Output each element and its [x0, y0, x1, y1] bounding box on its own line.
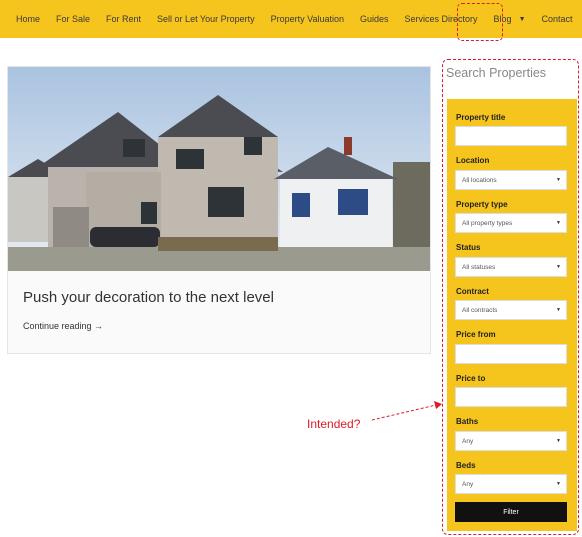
price-from-input[interactable] — [455, 344, 567, 364]
nav-item-services-directory[interactable]: Services Directory — [397, 0, 486, 38]
status-select[interactable]: All statuses ▼ — [455, 257, 567, 277]
location-select[interactable]: All locations ▼ — [455, 170, 567, 190]
continue-reading-link[interactable]: Continue reading → — [23, 321, 103, 331]
filter-button[interactable]: Filter — [455, 502, 567, 522]
nav-item-home[interactable]: Home — [8, 0, 48, 38]
price-to-label: Price to — [456, 374, 486, 383]
price-from-label: Price from — [456, 330, 496, 339]
property-type-select-value: All property types — [462, 219, 513, 227]
contract-select[interactable]: All contracts ▼ — [455, 300, 567, 320]
baths-label: Baths — [456, 417, 479, 426]
property-title-input[interactable] — [455, 126, 567, 146]
property-type-label: Property type — [456, 200, 508, 209]
nav-item-for-rent[interactable]: For Rent — [98, 0, 149, 38]
nav-item-for-sale[interactable]: For Sale — [48, 0, 98, 38]
contract-select-value: All contracts — [462, 306, 498, 314]
post-title[interactable]: Push your decoration to the next level — [23, 289, 274, 306]
dropdown-arrow-icon: ▼ — [556, 220, 561, 226]
nav-item-blog[interactable]: Blog ▼ — [486, 0, 534, 38]
top-navigation: Home For Sale For Rent Sell or Let Your … — [0, 0, 582, 38]
contract-label: Contract — [456, 287, 489, 296]
status-label: Status — [456, 243, 481, 252]
nav-item-property-valuation[interactable]: Property Valuation — [263, 0, 352, 38]
nav-item-contact[interactable]: Contact — [534, 0, 581, 38]
blog-post-card: Push your decoration to the next level C… — [7, 66, 431, 354]
property-search-form: Property title Location All locations ▼ … — [447, 99, 577, 531]
location-select-value: All locations — [462, 176, 497, 184]
dropdown-arrow-icon: ▼ — [556, 438, 561, 444]
nav-item-guides[interactable]: Guides — [352, 0, 397, 38]
property-type-select[interactable]: All property types ▼ — [455, 213, 567, 233]
annotation-text: Intended? — [307, 417, 361, 431]
beds-select-value: Any — [462, 480, 474, 488]
dropdown-arrow-icon: ▼ — [556, 481, 561, 487]
beds-label: Beds — [456, 461, 476, 470]
property-title-label: Property title — [456, 113, 506, 122]
nav-item-blog-label: Blog — [493, 14, 512, 24]
baths-select[interactable]: Any ▼ — [455, 431, 567, 451]
nav-item-sell-or-let[interactable]: Sell or Let Your Property — [149, 0, 263, 38]
dropdown-arrow-icon: ▼ — [556, 177, 561, 183]
location-label: Location — [456, 156, 490, 165]
dropdown-arrow-icon: ▼ — [556, 264, 561, 270]
status-select-value: All statuses — [462, 263, 496, 271]
dropdown-arrow-icon: ▼ — [556, 307, 561, 313]
price-to-input[interactable] — [455, 387, 567, 407]
chevron-down-icon: ▼ — [518, 15, 526, 23]
sidebar-title: Search Properties — [446, 66, 547, 80]
beds-select[interactable]: Any ▼ — [455, 474, 567, 494]
baths-select-value: Any — [462, 437, 474, 445]
post-featured-image[interactable] — [8, 67, 430, 271]
